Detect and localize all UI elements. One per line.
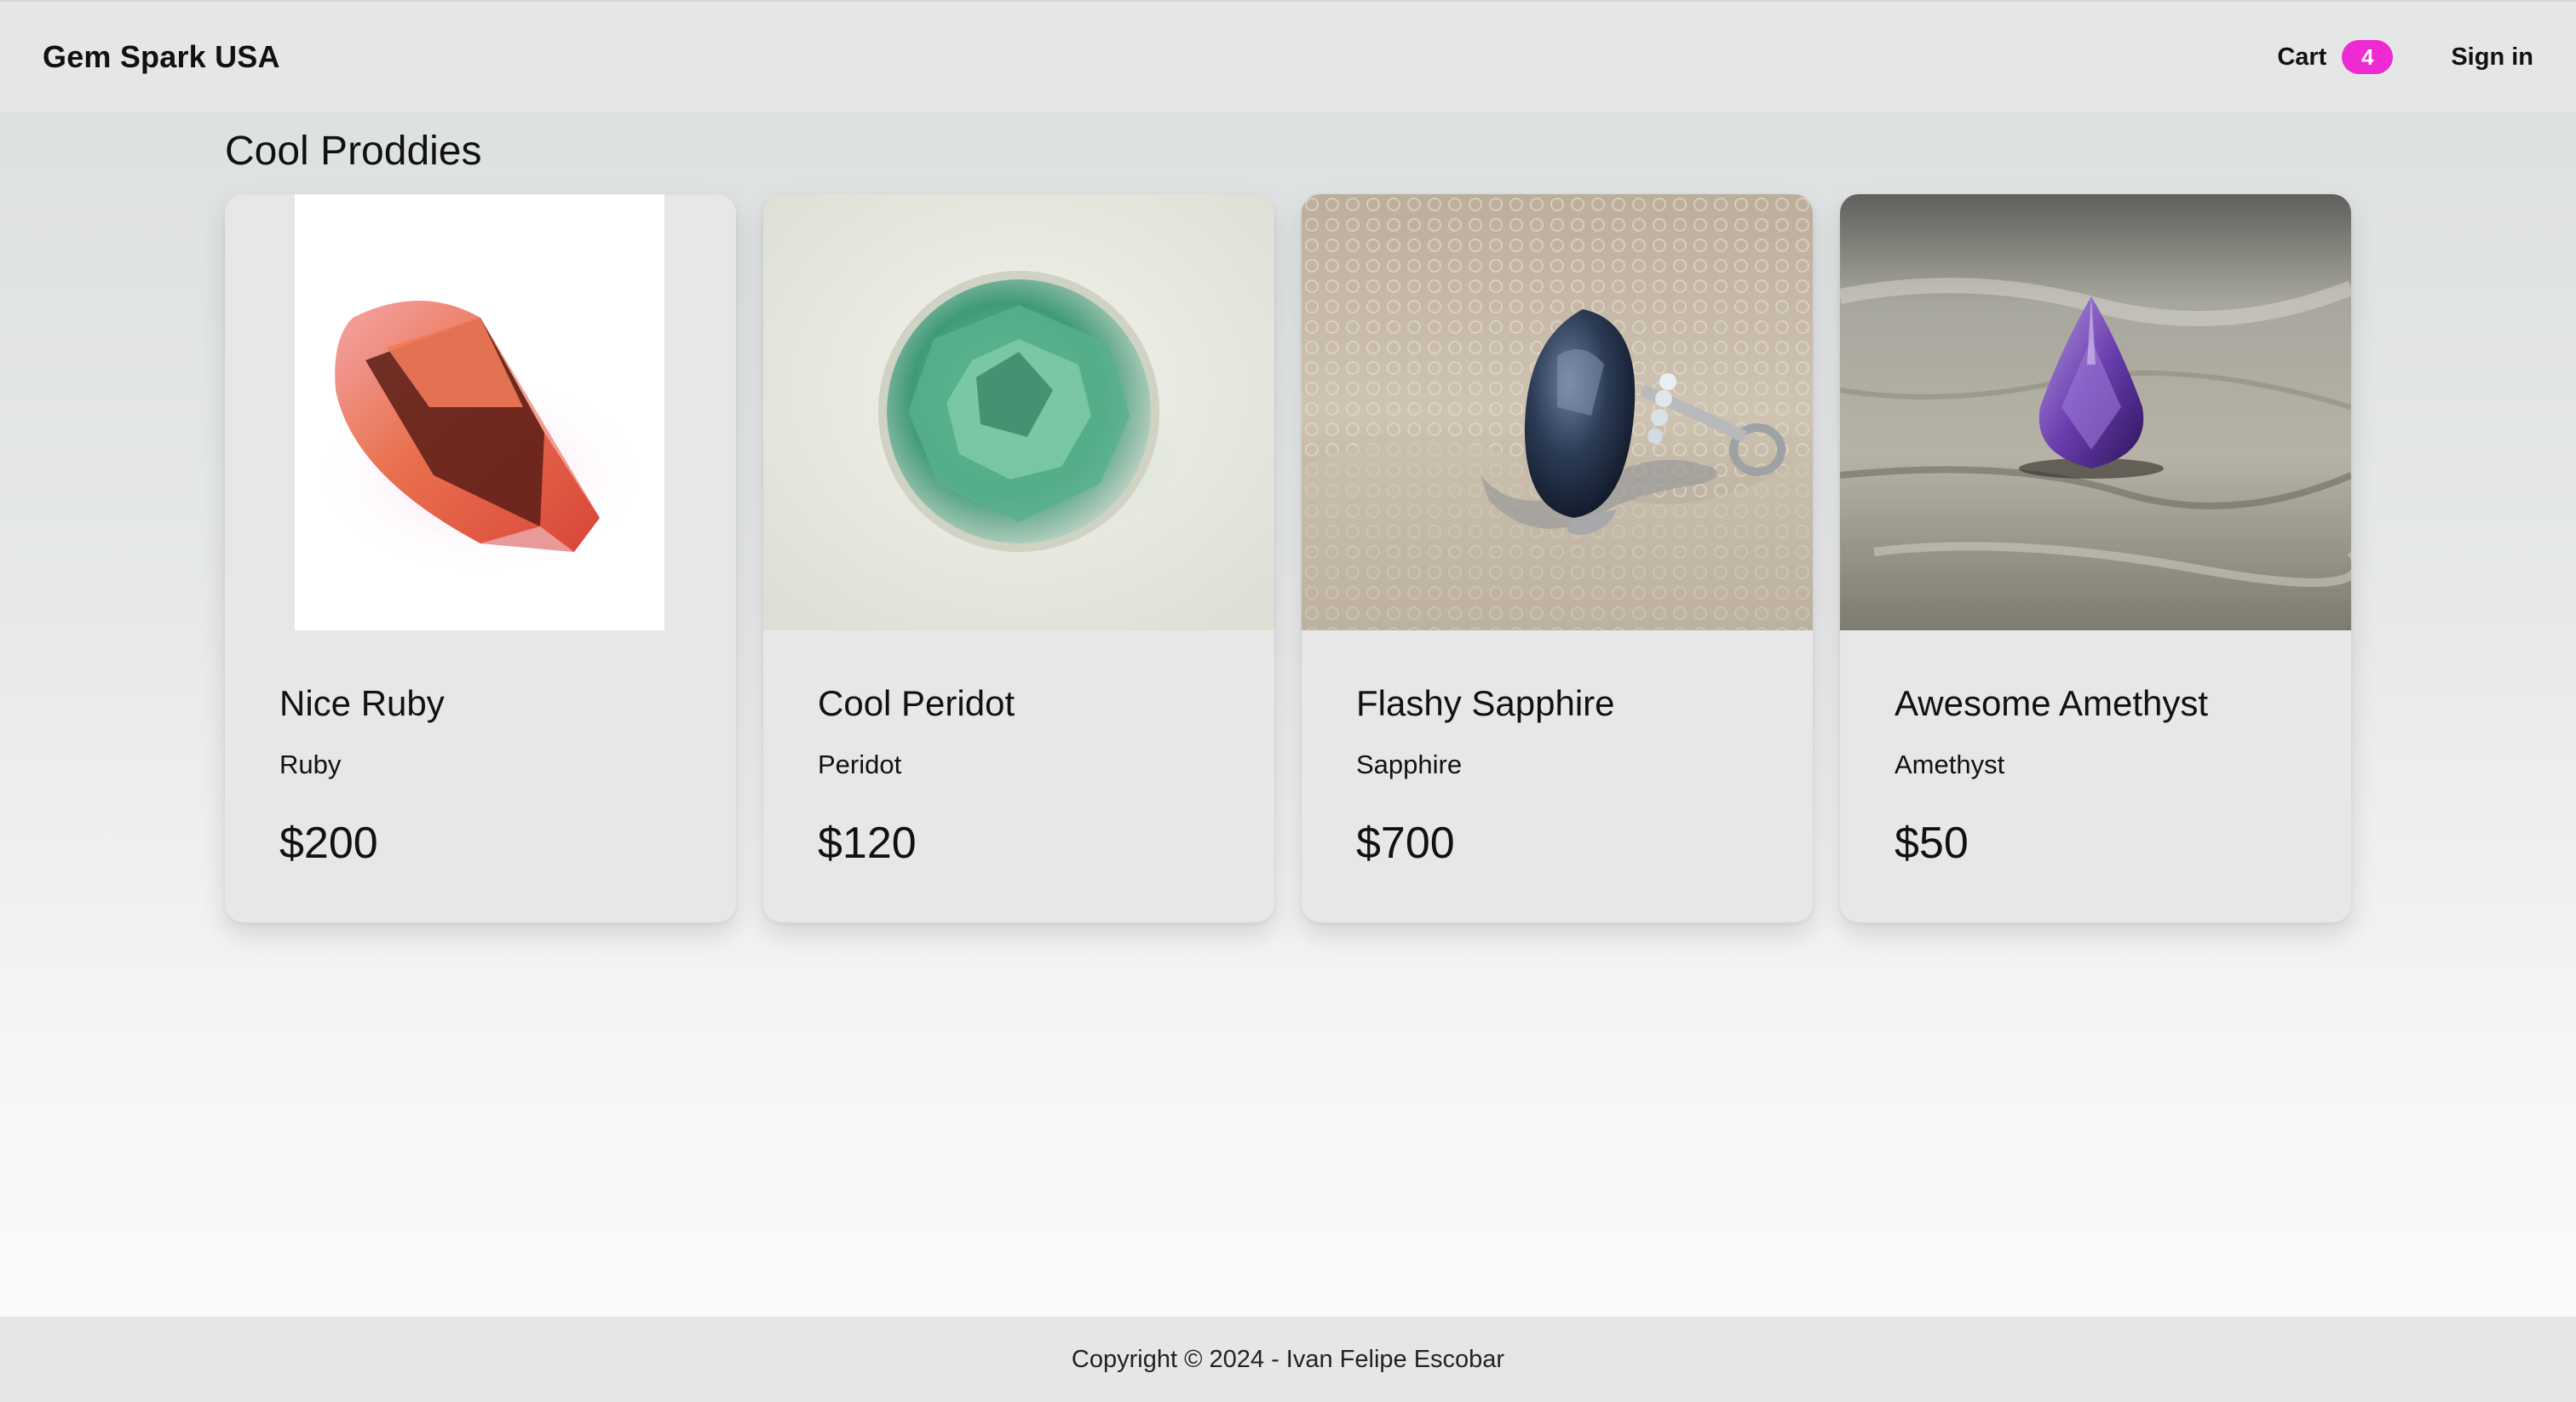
amethyst-image [1840,194,2351,630]
navbar: Gem Spark USA Cart 4 Sign in [0,0,2576,112]
product-name: Cool Peridot [818,683,1015,723]
copyright-text: Copyright © 2024 - Ivan Felipe Escobar [1071,1345,1505,1373]
product-grid: Nice Ruby Ruby $200 Cool Peridot Peridot… [225,194,2351,922]
product-info: Nice Ruby Ruby $200 [225,630,736,869]
brand-logo[interactable]: Gem Spark USA [43,39,280,75]
footer: Copyright © 2024 - Ivan Felipe Escobar [0,1317,2576,1402]
cart-label: Cart [2277,43,2327,71]
product-card[interactable]: Flashy Sapphire Sapphire $700 [1302,194,1813,922]
product-info: Cool Peridot Peridot $120 [763,630,1274,869]
product-name: Awesome Amethyst [1895,683,2209,723]
cart-button[interactable]: Cart 4 [2277,40,2394,74]
product-price: $200 [279,819,378,868]
product-info: Flashy Sapphire Sapphire $700 [1302,630,1813,869]
product-price: $700 [1356,819,1455,868]
product-card[interactable]: Cool Peridot Peridot $120 [763,194,1274,922]
product-category: Sapphire [1356,750,1463,779]
peridot-image [763,194,1274,630]
product-card[interactable]: Awesome Amethyst Amethyst $50 [1840,194,2351,922]
product-category: Peridot [818,750,902,779]
sapphire-ring-image [1302,194,1813,630]
product-card[interactable]: Nice Ruby Ruby $200 [225,194,736,922]
product-name: Nice Ruby [279,683,445,723]
nav-actions: Cart 4 Sign in [2277,40,2533,74]
sign-in-link[interactable]: Sign in [2451,43,2533,72]
cart-count-badge: 4 [2342,40,2394,74]
ruby-image [225,194,736,630]
product-name: Flashy Sapphire [1356,683,1615,723]
section-title: Cool Proddies [225,129,482,174]
product-info: Awesome Amethyst Amethyst $50 [1840,630,2351,869]
product-price: $120 [818,819,917,868]
product-category: Ruby [279,750,342,779]
product-price: $50 [1895,819,1969,868]
product-category: Amethyst [1895,750,2005,779]
